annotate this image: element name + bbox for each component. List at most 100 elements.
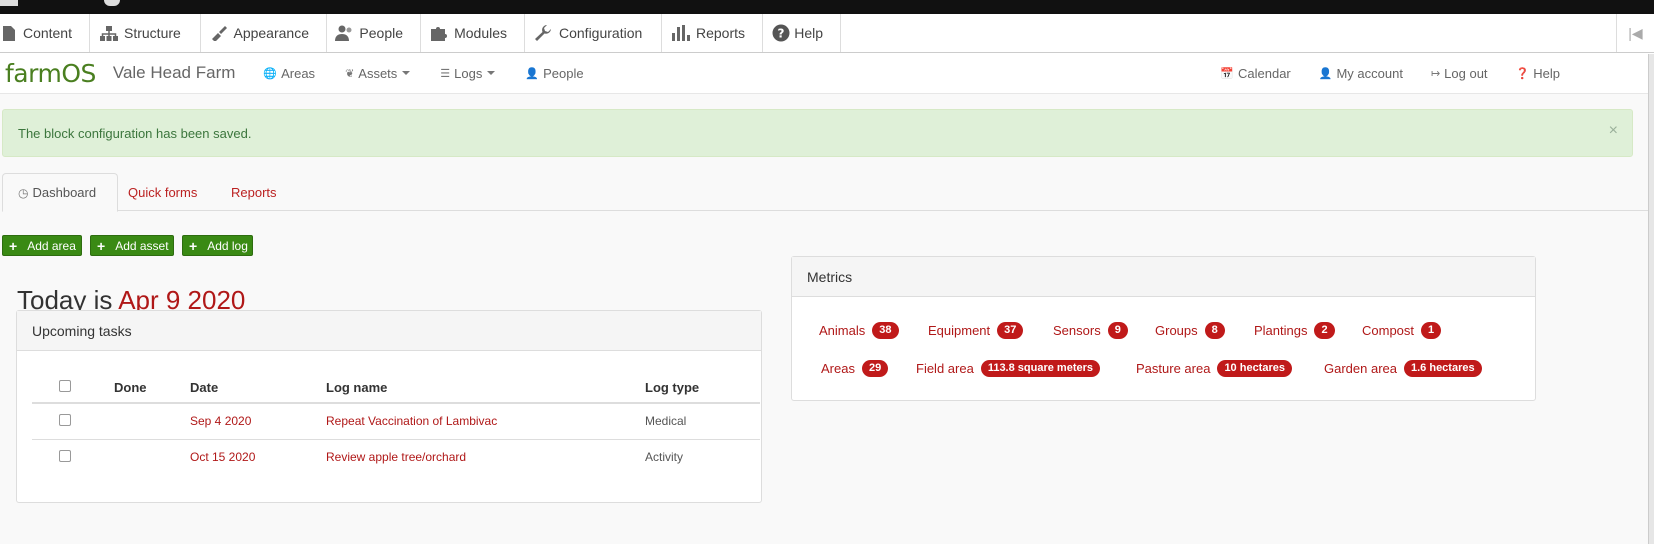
puzzle-icon	[429, 25, 450, 41]
nav-right: 📅 Calendar 👤 My account ↦ Log out ❓ Help	[1192, 53, 1560, 94]
nav-people[interactable]: 👤 People	[525, 66, 583, 81]
metric-badge: 9	[1107, 322, 1128, 339]
people-icon	[335, 25, 355, 41]
metric-badge: 37	[997, 322, 1024, 339]
nav-log-out[interactable]: ↦ Log out	[1431, 66, 1488, 81]
column-done[interactable]: Done	[114, 369, 190, 404]
logout-icon: ↦	[1430, 68, 1441, 80]
sprout-icon: ❦	[345, 67, 355, 80]
row-checkbox[interactable]	[59, 449, 71, 462]
file-icon	[0, 25, 19, 41]
dashboard-tabs: ◷ Dashboard Quick forms Reports	[2, 173, 1648, 212]
task-name-link[interactable]: Review apple tree/orchard	[326, 439, 645, 475]
status-message: The block configuration has been saved. …	[2, 109, 1633, 157]
tab-quick-forms[interactable]: Quick forms	[128, 173, 197, 212]
tab-dashboard[interactable]: ◷ Dashboard	[2, 173, 118, 212]
collapse-left-icon: |◀	[1628, 24, 1643, 41]
table-row: Oct 15 2020 Review apple tree/orchard Ac…	[32, 439, 760, 475]
metric-badge: 113.8 square meters	[980, 360, 1100, 377]
question-icon: ❓	[1515, 68, 1530, 80]
table-row: Sep 4 2020 Repeat Vaccination of Lambiva…	[32, 403, 760, 440]
task-name-link[interactable]: Repeat Vaccination of Lambivac	[326, 403, 645, 440]
toolbar-item-help[interactable]: ? Help	[763, 14, 841, 52]
user-icon[interactable]	[104, 0, 120, 6]
nav-assets[interactable]: ❦ Assets	[345, 66, 411, 81]
close-icon[interactable]: ×	[1609, 122, 1618, 140]
metric-badge: 2	[1314, 322, 1335, 339]
toolbar-item-reports[interactable]: Reports	[662, 14, 763, 52]
toolbar-item-people[interactable]: People	[327, 14, 421, 52]
metric-sensors[interactable]: Sensors 9	[1053, 322, 1128, 339]
nav-calendar[interactable]: 📅 Calendar	[1220, 66, 1290, 81]
nav-logs[interactable]: ☰ Logs	[440, 66, 496, 81]
add-asset-button[interactable]: + Add asset	[90, 235, 174, 256]
metric-garden-area[interactable]: Garden area 1.6 hectares	[1324, 360, 1482, 377]
task-type: Activity	[645, 450, 684, 465]
globe-icon: 🌐	[263, 67, 278, 80]
add-area-button[interactable]: + Add area	[2, 235, 82, 256]
table-header-row: Done Date Log name Log type	[32, 369, 760, 404]
plus-icon: +	[97, 237, 106, 254]
metric-badge: 8	[1204, 322, 1225, 339]
metric-equipment[interactable]: Equipment 37	[928, 322, 1024, 339]
metric-badge: 10 hectares	[1217, 360, 1292, 377]
row-checkbox[interactable]	[59, 413, 71, 426]
metric-badge: 1	[1421, 322, 1442, 339]
status-message-text: The block configuration has been saved.	[18, 126, 252, 141]
caret-down-icon	[487, 71, 496, 75]
user-icon: 👤	[525, 67, 540, 80]
upcoming-tasks-title: Upcoming tasks	[17, 311, 761, 351]
calendar-icon: 📅	[1220, 68, 1234, 80]
question-icon: ?	[771, 24, 790, 42]
toolbar-item-modules[interactable]: Modules	[421, 14, 525, 52]
farm-name[interactable]: Vale Head Farm	[113, 63, 236, 83]
column-date[interactable]: Date	[190, 369, 326, 404]
nav-help[interactable]: ❓ Help	[1516, 66, 1560, 81]
toolbar-orientation-toggle[interactable]: |◀	[1616, 14, 1654, 52]
metric-compost[interactable]: Compost 1	[1362, 322, 1442, 339]
metric-field-area[interactable]: Field area 113.8 square meters	[916, 360, 1100, 377]
toolbar-item-content[interactable]: Content	[0, 14, 90, 52]
toolbar-item-appearance[interactable]: Appearance	[201, 14, 327, 52]
column-log-name[interactable]: Log name	[326, 369, 645, 404]
metrics-title: Metrics	[792, 257, 1535, 297]
metric-badge: 38	[872, 322, 899, 339]
metric-pasture-area[interactable]: Pasture area 10 hectares	[1136, 360, 1292, 377]
plus-icon: +	[9, 237, 18, 254]
list-icon: ☰	[440, 67, 451, 80]
admin-top-bar	[0, 0, 1654, 14]
svg-text:?: ?	[777, 27, 784, 41]
plus-icon: +	[189, 237, 198, 254]
metric-animals[interactable]: Animals 38	[819, 322, 899, 339]
toolbar-item-configuration[interactable]: Configuration	[525, 14, 662, 52]
sitemap-icon	[98, 25, 120, 41]
farmos-logo[interactable]: farmOS	[5, 59, 96, 88]
task-date-link[interactable]: Sep 4 2020	[190, 403, 326, 440]
tab-reports[interactable]: Reports	[231, 173, 277, 212]
nav-areas[interactable]: 🌐 Areas	[263, 66, 315, 81]
metric-badge: 29	[861, 360, 889, 377]
dashboard-icon: ◷	[18, 185, 29, 200]
metric-areas[interactable]: Areas 29	[821, 360, 889, 377]
task-type: Medical	[645, 403, 760, 440]
metrics-panel: Metrics Animals 38 Equipment 37 Sensors …	[791, 256, 1536, 401]
upcoming-tasks-panel: Upcoming tasks Done Date Log name Log ty…	[16, 310, 762, 503]
farm-navbar: farmOS Vale Head Farm 🌐 Areas ❦ Assets ☰…	[0, 53, 1654, 94]
metric-groups[interactable]: Groups 8	[1155, 322, 1225, 339]
wrench-icon	[533, 25, 555, 41]
select-all-checkbox[interactable]	[59, 380, 71, 392]
user-icon: 👤	[1318, 68, 1333, 80]
caret-down-icon	[402, 71, 411, 75]
toolbar-item-structure[interactable]: Structure	[90, 14, 201, 52]
metric-plantings[interactable]: Plantings 2	[1254, 322, 1335, 339]
menu-icon[interactable]	[0, 0, 18, 6]
nav-my-account[interactable]: 👤 My account	[1319, 66, 1403, 81]
task-date-link[interactable]: Oct 15 2020	[190, 439, 326, 475]
bar-chart-icon	[670, 25, 692, 41]
vertical-scrollbar[interactable]	[1648, 54, 1654, 544]
admin-toolbar: Content Structure Appearance People Modu…	[0, 14, 1654, 53]
add-log-button[interactable]: + Add log	[182, 235, 253, 256]
upcoming-tasks-table: Done Date Log name Log type Sep 4 2020 R…	[32, 369, 760, 475]
metric-badge: 1.6 hectares	[1404, 360, 1482, 377]
column-log-type[interactable]: Log type	[645, 369, 760, 404]
